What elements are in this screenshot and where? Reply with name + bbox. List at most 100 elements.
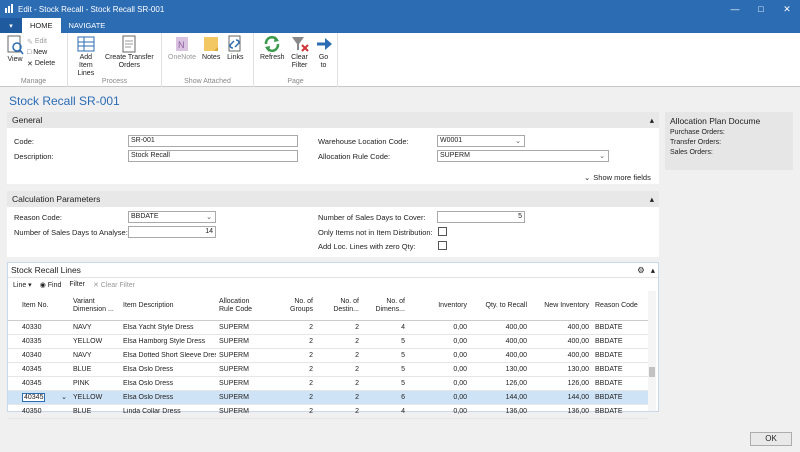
col-inventory[interactable]: Inventory <box>408 302 470 310</box>
cell-allocation-rule[interactable]: SUPERM <box>216 366 268 373</box>
file-menu-button[interactable]: ▾ <box>0 18 22 33</box>
add-loc-lines-checkbox[interactable] <box>438 241 447 250</box>
warehouse-location-field[interactable]: W0001 ⌄ <box>437 135 525 147</box>
cell-variant[interactable]: PINK <box>70 380 120 387</box>
table-row[interactable]: 40345 PINK Elsa Oslo Dress SUPERM 2 2 5 … <box>8 377 648 391</box>
cell-no-groups[interactable]: 2 <box>268 394 316 401</box>
cell-new-inventory[interactable]: 126,00 <box>530 380 592 387</box>
cell-new-inventory[interactable]: 400,00 <box>530 324 592 331</box>
col-variant[interactable]: Variant Dimension ... <box>70 298 120 314</box>
cell-qty-to-recall[interactable]: 400,00 <box>470 324 530 331</box>
show-more-fields-link[interactable]: ⌄ Show more fields <box>584 173 651 182</box>
cell-no-dimensions[interactable]: 6 <box>362 394 408 401</box>
cell-no-dimensions[interactable]: 5 <box>362 352 408 359</box>
allocation-rule-field[interactable]: SUPERM ⌄ <box>437 150 609 162</box>
gear-icon[interactable]: ⚙ <box>637 265 645 276</box>
cell-variant[interactable]: NAVY <box>70 352 120 359</box>
cell-reason-code[interactable]: BBDATE <box>592 380 648 387</box>
cell-description[interactable]: Elsa Oslo Dress <box>120 394 216 401</box>
cell-variant[interactable]: YELLOW <box>70 338 120 345</box>
chevron-down-icon[interactable]: ⌄ <box>515 137 521 147</box>
ok-button[interactable]: OK <box>750 432 792 446</box>
cell-no-groups[interactable]: 2 <box>268 324 316 331</box>
chevron-down-icon[interactable]: ⌄ <box>599 152 605 162</box>
cell-item-no[interactable]: 40345 ⌄ <box>8 393 70 402</box>
cell-no-groups[interactable]: 2 <box>268 352 316 359</box>
cell-qty-to-recall[interactable]: 126,00 <box>470 380 530 387</box>
col-reason-code[interactable]: Reason Code <box>592 302 648 310</box>
delete-button[interactable]: ✕ Delete <box>27 58 55 69</box>
cell-description[interactable]: Elsa Hamborg Style Dress <box>120 338 216 345</box>
cell-reason-code[interactable]: BBDATE <box>592 352 648 359</box>
cell-description[interactable]: Elsa Dotted Short Sleeve Dress <box>120 352 216 359</box>
cell-inventory[interactable]: 0,00 <box>408 352 470 359</box>
cell-item-no[interactable]: 40345 <box>8 366 70 373</box>
code-field[interactable]: SR-001 <box>128 135 298 147</box>
cell-no-groups[interactable]: 2 <box>268 366 316 373</box>
collapse-icon[interactable]: ▴ <box>650 115 654 126</box>
line-menu-button[interactable]: Line ▾ <box>13 281 32 289</box>
only-items-checkbox[interactable] <box>438 227 447 236</box>
cell-item-no[interactable]: 40335 <box>8 338 70 345</box>
cell-no-destinations[interactable]: 2 <box>316 394 362 401</box>
cell-no-destinations[interactable]: 2 <box>316 366 362 373</box>
cell-no-destinations[interactable]: 2 <box>316 352 362 359</box>
chevron-down-icon[interactable]: ⌄ <box>61 393 67 402</box>
cell-no-groups[interactable]: 2 <box>268 338 316 345</box>
cell-new-inventory[interactable]: 144,00 <box>530 394 592 401</box>
cell-variant[interactable]: YELLOW <box>70 394 120 401</box>
cell-qty-to-recall[interactable]: 400,00 <box>470 338 530 345</box>
cell-inventory[interactable]: 0,00 <box>408 324 470 331</box>
cell-allocation-rule[interactable]: SUPERM <box>216 394 268 401</box>
cell-description[interactable]: Elsa Yacht Style Dress <box>120 324 216 331</box>
cell-new-inventory[interactable]: 400,00 <box>530 338 592 345</box>
new-button[interactable]: □ New <box>27 47 55 58</box>
find-button[interactable]: ◉ Find <box>40 281 62 289</box>
cell-variant[interactable]: BLUE <box>70 366 120 373</box>
cell-qty-to-recall[interactable]: 130,00 <box>470 366 530 373</box>
cell-inventory[interactable]: 0,00 <box>408 338 470 345</box>
days-cover-field[interactable]: 5 <box>437 211 525 223</box>
cell-allocation-rule[interactable]: SUPERM <box>216 338 268 345</box>
col-item-no[interactable]: Item No. <box>8 302 70 310</box>
cell-allocation-rule[interactable]: SUPERM <box>216 380 268 387</box>
cell-item-no[interactable]: 40340 <box>8 352 70 359</box>
scrollbar-thumb[interactable] <box>649 367 655 377</box>
cell-no-dimensions[interactable]: 5 <box>362 380 408 387</box>
col-qty-to-recall[interactable]: Qty. to Recall <box>470 302 530 310</box>
cell-description[interactable]: Elsa Oslo Dress <box>120 366 216 373</box>
col-item-description[interactable]: Item Description <box>120 302 216 310</box>
cell-qty-to-recall[interactable]: 400,00 <box>470 352 530 359</box>
cell-item-no[interactable]: 40330 <box>8 324 70 331</box>
maximize-icon[interactable]: □ <box>748 0 774 18</box>
col-no-dimensions[interactable]: No. of Dimens... <box>362 298 408 314</box>
col-allocation-rule[interactable]: Allocation Rule Code <box>216 298 268 314</box>
cell-allocation-rule[interactable]: SUPERM <box>216 324 268 331</box>
col-new-inventory[interactable]: New Inventory <box>530 302 592 310</box>
cell-no-dimensions[interactable]: 5 <box>362 338 408 345</box>
cell-reason-code[interactable]: BBDATE <box>592 324 648 331</box>
vertical-scrollbar[interactable] <box>648 291 656 411</box>
col-no-destinations[interactable]: No. of Destin... <box>316 298 362 314</box>
cell-new-inventory[interactable]: 400,00 <box>530 352 592 359</box>
cell-allocation-rule[interactable]: SUPERM <box>216 352 268 359</box>
cell-description[interactable]: Elsa Oslo Dress <box>120 380 216 387</box>
chevron-down-icon[interactable]: ⌄ <box>206 213 212 223</box>
cell-no-groups[interactable]: 2 <box>268 380 316 387</box>
minimize-icon[interactable]: — <box>722 0 748 18</box>
cell-reason-code[interactable]: BBDATE <box>592 394 648 401</box>
close-icon[interactable]: ✕ <box>774 0 800 18</box>
tab-home[interactable]: HOME <box>22 18 61 33</box>
filter-button[interactable]: Filter <box>69 281 85 288</box>
table-row[interactable]: 40345 BLUE Elsa Oslo Dress SUPERM 2 2 5 … <box>8 363 648 377</box>
reason-code-field[interactable]: BBDATE ⌄ <box>128 211 216 223</box>
cell-no-dimensions[interactable]: 4 <box>362 324 408 331</box>
cell-no-destinations[interactable]: 2 <box>316 324 362 331</box>
col-no-groups[interactable]: No. of Groups <box>268 298 316 314</box>
cell-inventory[interactable]: 0,00 <box>408 380 470 387</box>
cell-new-inventory[interactable]: 130,00 <box>530 366 592 373</box>
description-field[interactable]: Stock Recall <box>128 150 298 162</box>
days-analyse-field[interactable]: 14 <box>128 226 216 238</box>
collapse-icon[interactable]: ▴ <box>650 194 654 205</box>
clear-filter-small-button[interactable]: ✕ Clear Filter <box>93 281 135 289</box>
